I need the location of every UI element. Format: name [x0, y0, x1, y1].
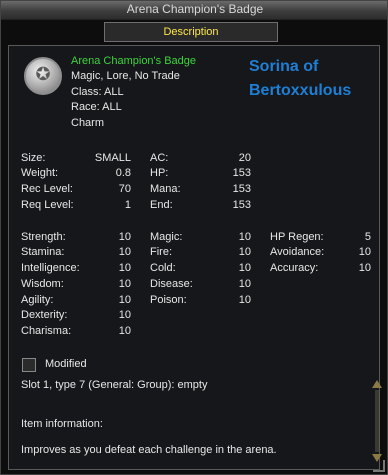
item-class: Class: ALL	[71, 86, 124, 98]
stat-value: 0.8	[115, 167, 131, 179]
attribute-label: Stamina:	[21, 246, 65, 258]
attribute-value: 10	[118, 325, 131, 337]
resist-value: 10	[238, 278, 251, 290]
stat-label: Mana:	[150, 183, 181, 195]
stat-value: 20	[238, 152, 251, 164]
stat-label: HP:	[150, 167, 169, 179]
window-title: Arena Champion's Badge	[126, 2, 264, 16]
scroll-up-icon[interactable]	[372, 380, 382, 388]
resist-label: Disease:	[150, 278, 193, 290]
mod-label: Avoidance:	[270, 246, 325, 258]
mod-value: 5	[364, 231, 371, 243]
slot-info: Slot 1, type 7 (General: Group): empty	[21, 379, 208, 391]
mod-value: 10	[358, 262, 371, 274]
resist-value: 10	[238, 262, 251, 274]
attribute-value: 10	[118, 262, 131, 274]
attribute-label: Strength:	[21, 231, 66, 243]
stat-value: SMALL	[94, 152, 131, 164]
modified-label: Modified	[45, 358, 87, 370]
badge-icon: ✪	[24, 57, 62, 95]
caption-line-2: Bertoxxulous	[249, 82, 352, 99]
description-panel: ✪ Arena Champion's Badge Magic, Lore, No…	[8, 45, 382, 470]
attribute-value: 10	[118, 231, 131, 243]
attribute-label: Dexterity:	[21, 309, 68, 321]
item-name: Arena Champion's Badge	[71, 55, 197, 67]
title-bar[interactable]: Arena Champion's Badge	[1, 1, 387, 20]
item-race: Race: ALL	[71, 101, 122, 113]
resist-label: Magic:	[150, 231, 183, 243]
attribute-value: 10	[118, 246, 131, 258]
stat-label: End:	[150, 199, 173, 211]
stat-value: 153	[232, 183, 251, 195]
item-slot: Charm	[71, 117, 105, 129]
scrollbar-track[interactable]	[375, 390, 379, 452]
caption-line-1: Sorina of	[249, 58, 319, 75]
resist-value: 10	[238, 246, 251, 258]
resize-handle[interactable]	[373, 460, 385, 472]
stat-label: Req Level:	[21, 199, 74, 211]
stat-label: Weight:	[21, 167, 59, 179]
resist-label: Cold:	[150, 262, 176, 274]
stat-value: 153	[232, 167, 251, 179]
info-text: Improves as you defeat each challenge in…	[21, 444, 277, 456]
mod-value: 10	[358, 246, 371, 258]
attribute-value: 10	[118, 309, 131, 321]
stat-label: Size:	[21, 152, 46, 164]
modified-checkbox[interactable]	[22, 358, 36, 372]
mod-label: HP Regen:	[270, 231, 324, 243]
resist-label: Fire:	[150, 246, 172, 258]
stat-label: AC:	[150, 152, 169, 164]
resist-value: 10	[238, 231, 251, 243]
info-header: Item information:	[21, 418, 103, 430]
caption-overlay: Sorina of Bertoxxulous	[249, 55, 351, 103]
resist-value: 10	[238, 294, 251, 306]
stat-label: Rec Level:	[21, 183, 73, 195]
attribute-label: Agility:	[21, 294, 54, 306]
stat-value: 153	[232, 199, 251, 211]
item-window: Arena Champion's Badge Description ✪ Are…	[0, 0, 388, 475]
resist-label: Poison:	[150, 294, 187, 306]
attribute-label: Charisma:	[21, 325, 72, 337]
item-flags: Magic, Lore, No Trade	[71, 70, 180, 82]
stat-value: 1	[124, 199, 131, 211]
tab-description[interactable]: Description	[104, 22, 278, 42]
attribute-label: Intelligence:	[21, 262, 80, 274]
mod-label: Accuracy:	[270, 262, 319, 274]
attribute-value: 10	[118, 294, 131, 306]
attribute-value: 10	[118, 278, 131, 290]
attribute-label: Wisdom:	[21, 278, 64, 290]
stat-value: 70	[118, 183, 131, 195]
